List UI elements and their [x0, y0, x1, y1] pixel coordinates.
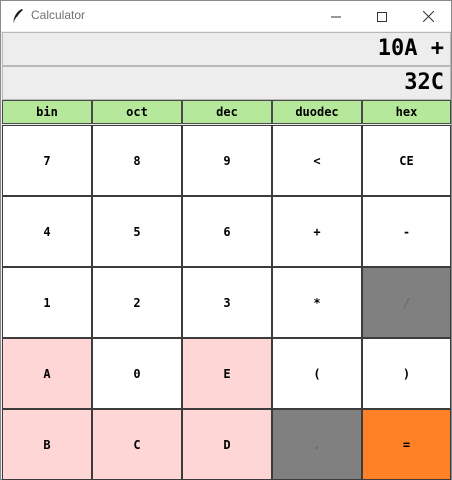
expression-display: 10A + — [2, 32, 451, 66]
base-oct-button[interactable]: oct — [92, 100, 182, 124]
base-duodec-button[interactable]: duodec — [272, 100, 362, 124]
multiply-key[interactable]: * — [272, 267, 362, 338]
feather-icon — [11, 8, 25, 24]
base-hex-button[interactable]: hex — [362, 100, 451, 124]
minus-key[interactable]: - — [362, 196, 451, 267]
decimal-point-key[interactable]: . — [272, 409, 362, 480]
key-3[interactable]: 3 — [182, 267, 272, 338]
key-0[interactable]: 0 — [92, 338, 182, 409]
clear-entry-key[interactable]: CE — [362, 125, 451, 196]
plus-key[interactable]: + — [272, 196, 362, 267]
close-paren-key[interactable]: ) — [362, 338, 451, 409]
maximize-button[interactable] — [359, 1, 405, 31]
backspace-key[interactable]: < — [272, 125, 362, 196]
key-9[interactable]: 9 — [182, 125, 272, 196]
key-b[interactable]: B — [2, 409, 92, 480]
open-paren-key[interactable]: ( — [272, 338, 362, 409]
key-7[interactable]: 7 — [2, 125, 92, 196]
base-selector: bin oct dec duodec hex — [2, 100, 451, 125]
key-4[interactable]: 4 — [2, 196, 92, 267]
close-button[interactable] — [405, 1, 451, 31]
base-bin-button[interactable]: bin — [2, 100, 92, 124]
key-6[interactable]: 6 — [182, 196, 272, 267]
key-5[interactable]: 5 — [92, 196, 182, 267]
key-8[interactable]: 8 — [92, 125, 182, 196]
result-display: 32C — [2, 66, 451, 100]
key-2[interactable]: 2 — [92, 267, 182, 338]
key-d[interactable]: D — [182, 409, 272, 480]
title-bar[interactable]: Calculator — [1, 1, 451, 31]
keypad: 7 8 9 < CE 4 5 6 + - 1 2 3 * / A 0 E ( )… — [2, 125, 451, 480]
window-title: Calculator — [31, 8, 86, 22]
maximize-icon — [377, 7, 387, 26]
base-dec-button[interactable]: dec — [182, 100, 272, 124]
equals-key[interactable]: = — [362, 409, 451, 480]
key-1[interactable]: 1 — [2, 267, 92, 338]
divide-key[interactable]: / — [362, 267, 451, 338]
close-icon — [422, 7, 434, 26]
calculator-window: Calculator 10A + 32C bin oct dec duodec … — [0, 0, 452, 480]
key-c[interactable]: C — [92, 409, 182, 480]
key-e[interactable]: E — [182, 338, 272, 409]
minimize-icon — [331, 7, 341, 26]
key-a[interactable]: A — [2, 338, 92, 409]
minimize-button[interactable] — [313, 1, 359, 31]
